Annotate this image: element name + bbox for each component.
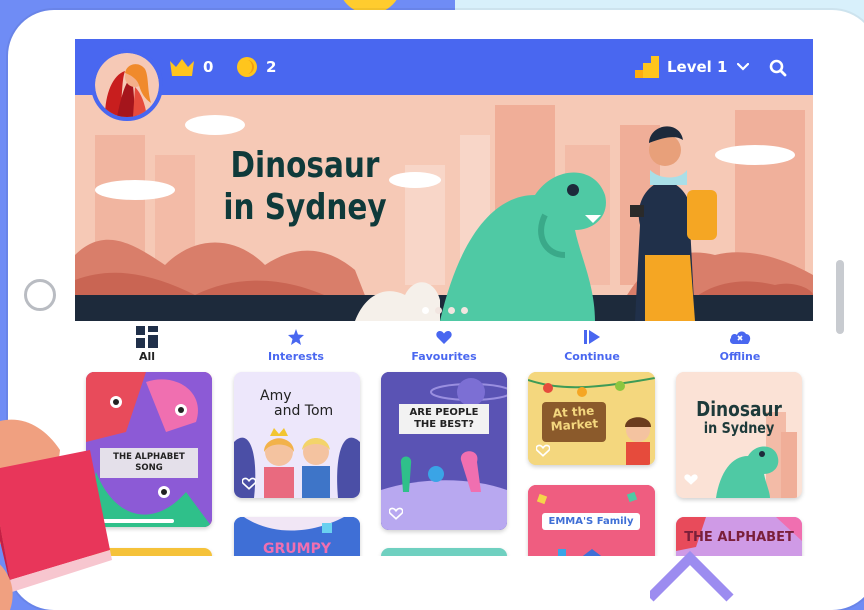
card-title: Amy and Tom <box>260 388 334 419</box>
book-card-emmas-family[interactable]: EMMA'S Family <box>528 485 655 556</box>
crown-count: 0 <box>203 58 214 76</box>
card-title: At the Market <box>550 403 599 434</box>
pagination-dot[interactable] <box>435 307 442 314</box>
decorative-hand-book <box>0 419 112 610</box>
app-screen: 0 2 Level 1 Dinosaur in Sydney All Inter… <box>75 39 813 556</box>
crown-counter: 0 <box>169 56 213 78</box>
tab-interests[interactable]: Interests <box>241 327 351 363</box>
coin-icon <box>237 57 257 77</box>
pagination-dot[interactable] <box>461 307 468 314</box>
card-title: ARE PEOPLE THE BEST? <box>399 404 489 434</box>
featured-banner[interactable]: Dinosaur in Sydney <box>75 95 813 321</box>
heart-outline-icon[interactable] <box>242 477 256 490</box>
category-tabs: All Interests Favourites Continue Offlin… <box>75 321 813 369</box>
heart-filled-icon[interactable] <box>684 473 698 486</box>
chevron-down-icon <box>737 63 750 71</box>
card-title: THE ALPHABET <box>684 530 794 545</box>
coin-count: 2 <box>266 58 277 76</box>
book-card-partial[interactable] <box>381 548 507 556</box>
tab-all[interactable]: All <box>92 326 202 363</box>
card-title: GRUMPY <box>263 541 331 556</box>
tab-label: All <box>138 350 156 363</box>
card-title: Dinosaur in Sydney <box>696 397 782 437</box>
book-card-at-the-market[interactable]: At the Market <box>528 372 655 465</box>
search-icon[interactable] <box>769 59 787 77</box>
card-title: EMMA'S Family <box>542 513 640 530</box>
tab-label: Interests <box>268 350 324 363</box>
tab-offline[interactable]: Offline <box>685 327 795 363</box>
tab-label: Offline <box>719 350 761 363</box>
crown-icon <box>170 59 194 76</box>
top-bar: 0 2 Level 1 <box>75 39 813 95</box>
cloud-offline-icon <box>730 331 751 344</box>
pagination-dot[interactable] <box>448 307 455 314</box>
star-icon <box>288 329 304 345</box>
heart-outline-icon[interactable] <box>536 444 550 457</box>
tab-favourites[interactable]: Favourites <box>389 327 499 363</box>
book-card-amy-and-tom[interactable]: Amy and Tom <box>234 372 360 498</box>
pagination-dot[interactable] <box>422 307 429 314</box>
user-avatar[interactable] <box>91 49 163 121</box>
heart-icon <box>436 330 452 344</box>
tablet-side-button <box>836 260 844 334</box>
book-card-grumpy[interactable]: GRUMPY <box>234 517 360 556</box>
level-selector[interactable]: Level 1 <box>635 55 750 79</box>
tab-continue[interactable]: Continue <box>537 327 647 363</box>
level-stairs-icon <box>635 56 659 78</box>
heart-outline-icon[interactable] <box>389 507 403 520</box>
continue-icon <box>584 330 600 344</box>
book-card-are-people-the-best[interactable]: ARE PEOPLE THE BEST? <box>381 372 507 530</box>
tab-label: Continue <box>564 350 620 363</box>
coin-counter: 2 <box>236 56 276 78</box>
grid-icon <box>136 326 158 348</box>
level-label: Level 1 <box>667 58 728 76</box>
banner-pagination[interactable] <box>422 307 468 314</box>
decorative-triangle <box>650 550 734 602</box>
tablet-home-button[interactable] <box>24 279 56 311</box>
tab-label: Favourites <box>411 350 477 363</box>
banner-title: Dinosaur in Sydney <box>223 145 387 228</box>
book-card-dinosaur-in-sydney[interactable]: Dinosaur in Sydney <box>676 372 802 498</box>
